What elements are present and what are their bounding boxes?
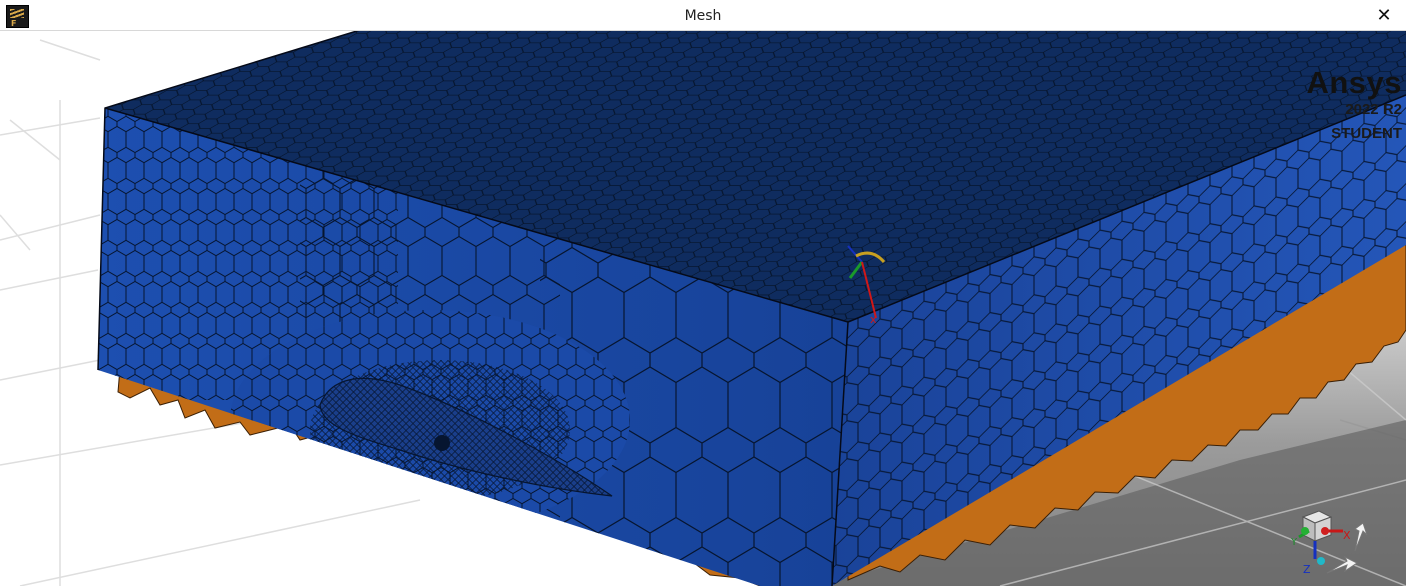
brand-edition: STUDENT [1331,125,1402,142]
graphics-viewport[interactable]: x Ansys 2022 R2 STUDENT X Y Z [0,31,1406,586]
close-icon: ✕ [1376,4,1392,26]
triad-z-axis[interactable]: Z [1303,541,1325,576]
triad-x-label: X [1343,529,1351,542]
triad-y-axis[interactable]: Y [1290,527,1310,548]
mesh-scene: x [0,31,1406,586]
view-orientation-triad[interactable]: X Y Z [1285,501,1375,581]
brand-name: Ansys [1306,65,1402,100]
brand-version: 2022 R2 [1345,101,1402,118]
ansys-branding: Ansys 2022 R2 STUDENT [1306,65,1402,143]
mesh-window: F Mesh ✕ x Ansys 2022 R2 STUDENT X Y Z [0,0,1406,586]
triad-z-label: Z [1303,563,1311,576]
triad-y-label: Y [1290,537,1298,548]
svg-text:x: x [870,313,877,326]
window-title: Mesh [684,8,722,24]
title-bar: F Mesh ✕ [0,0,1406,31]
view-cube[interactable] [1301,510,1333,542]
close-button[interactable]: ✕ [1372,3,1396,27]
triad-x-axis[interactable]: X [1321,527,1351,542]
